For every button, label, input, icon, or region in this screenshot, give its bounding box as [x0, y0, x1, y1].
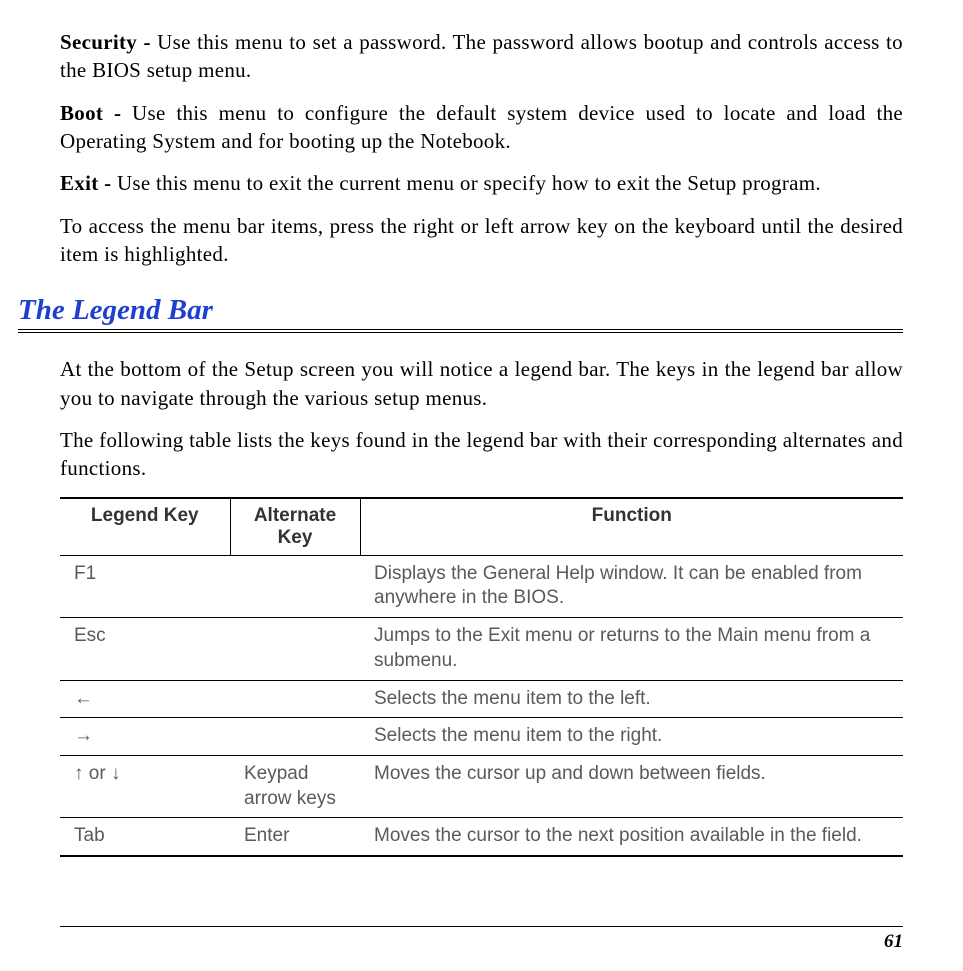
paragraph-intro1: At the bottom of the Setup screen you wi…: [60, 355, 903, 412]
th-function: Function: [360, 498, 903, 556]
table-row: Tab Enter Moves the cursor to the next p…: [60, 818, 903, 856]
cell-function: Moves the cursor up and down between fie…: [360, 755, 903, 817]
text-security: Use this menu to set a password. The pas…: [60, 30, 903, 82]
table-row: ↑ or ↓ Keypad arrow keys Moves the curso…: [60, 755, 903, 817]
cell-legend: →: [60, 718, 230, 756]
page-number: 61: [60, 931, 903, 953]
cell-function: Moves the cursor to the next position av…: [360, 818, 903, 856]
paragraph-exit: Exit - Use this menu to exit the current…: [60, 169, 903, 197]
cell-legend: ↑ or ↓: [60, 755, 230, 817]
text-boot: Use this menu to configure the default s…: [60, 101, 903, 153]
table-row: → Selects the menu item to the right.: [60, 718, 903, 756]
cell-function: Selects the menu item to the left.: [360, 680, 903, 718]
cell-alternate: [230, 680, 360, 718]
cell-legend: F1: [60, 555, 230, 617]
cell-legend: ←: [60, 680, 230, 718]
cell-function: Selects the menu item to the right.: [360, 718, 903, 756]
cell-legend: Esc: [60, 618, 230, 680]
legend-table: Legend Key Alternate Key Function F1 Dis…: [60, 497, 903, 857]
paragraph-access: To access the menu bar items, press the …: [60, 212, 903, 269]
table-row: Esc Jumps to the Exit menu or returns to…: [60, 618, 903, 680]
th-legend-key: Legend Key: [60, 498, 230, 556]
cell-function: Jumps to the Exit menu or returns to the…: [360, 618, 903, 680]
paragraph-boot: Boot - Use this menu to configure the de…: [60, 99, 903, 156]
label-security: Security -: [60, 30, 157, 54]
cell-alternate: Keypad arrow keys: [230, 755, 360, 817]
table-header-row: Legend Key Alternate Key Function: [60, 498, 903, 556]
section-heading-legend-bar: The Legend Bar: [18, 294, 903, 327]
cell-legend: Tab: [60, 818, 230, 856]
label-boot: Boot -: [60, 101, 132, 125]
cell-alternate: [230, 555, 360, 617]
th-alternate-key: Alternate Key: [230, 498, 360, 556]
page-footer: 61: [60, 926, 903, 953]
table-row: F1 Displays the General Help window. It …: [60, 555, 903, 617]
footer-rule: [60, 926, 903, 927]
table-row: ← Selects the menu item to the left.: [60, 680, 903, 718]
cell-function: Displays the General Help window. It can…: [360, 555, 903, 617]
cell-alternate: [230, 618, 360, 680]
cell-alternate: [230, 718, 360, 756]
paragraph-security: Security - Use this menu to set a passwo…: [60, 28, 903, 85]
text-exit: Use this menu to exit the current menu o…: [117, 171, 821, 195]
heading-underline: [18, 329, 903, 333]
paragraph-intro2: The following table lists the keys found…: [60, 426, 903, 483]
cell-alternate: Enter: [230, 818, 360, 856]
label-exit: Exit -: [60, 171, 117, 195]
